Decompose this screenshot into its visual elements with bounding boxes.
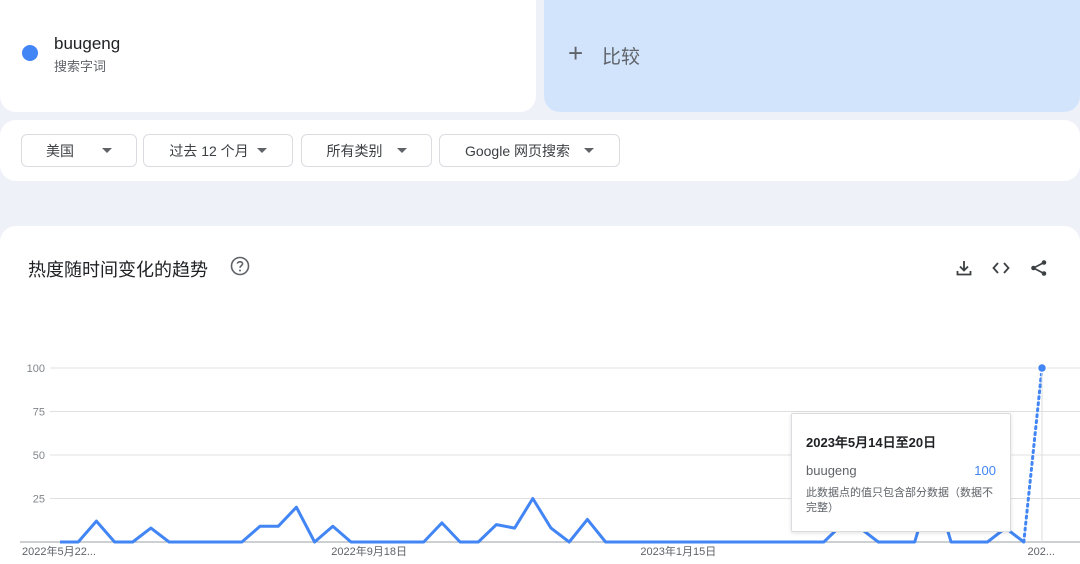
y-tick-label: 75: [33, 407, 45, 419]
x-tick-label: 2022年9月18日: [331, 544, 407, 558]
y-tick-label: 100: [27, 363, 45, 375]
x-tick-label: 202...: [1027, 546, 1055, 558]
data-point-marker: [1036, 362, 1048, 374]
x-tick-label: 2022年5月22...: [22, 544, 96, 558]
tooltip-value: 100: [974, 463, 996, 478]
data-point-tooltip: 2023年5月14日至20日 buugeng 100 此数据点的值只包含部分数据…: [791, 413, 1011, 532]
y-tick-label: 25: [33, 494, 45, 506]
x-tick-label: 2023年1月15日: [640, 544, 716, 558]
y-tick-label: 50: [33, 450, 45, 462]
tooltip-date: 2023年5月14日至20日: [806, 435, 937, 450]
tooltip-note: 此数据点的值只包含部分数据（数据不完整）: [806, 487, 993, 514]
tooltip-term: buugeng: [806, 463, 857, 478]
